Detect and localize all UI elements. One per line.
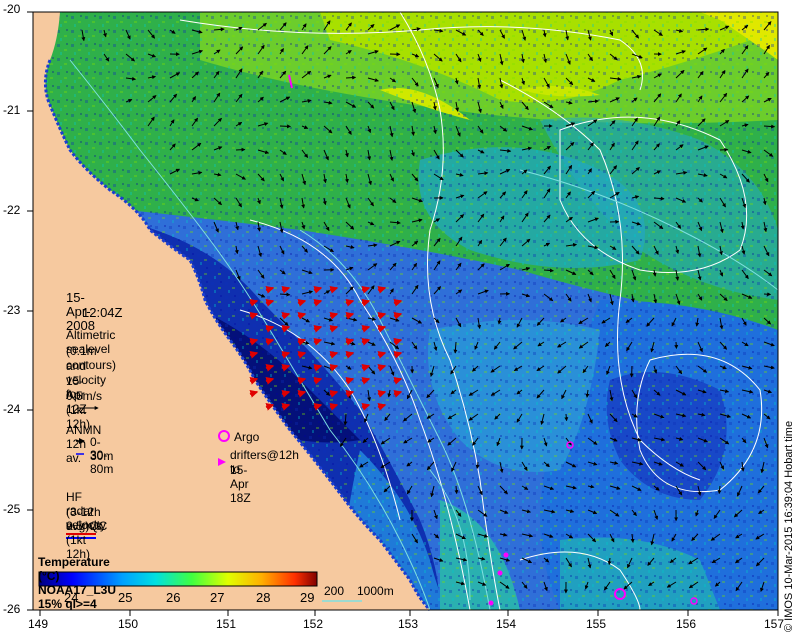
velocity-arrow xyxy=(345,75,357,80)
velocity-arrow xyxy=(279,124,292,129)
lon-tick: 151 xyxy=(216,617,237,631)
lat-tick: -20 xyxy=(3,2,21,16)
lon-tick: 156 xyxy=(676,617,697,631)
velocity-arrow xyxy=(763,292,772,297)
lat-tick: -22 xyxy=(3,203,21,217)
lat-tick: -23 xyxy=(3,303,21,317)
sst-map xyxy=(27,11,779,616)
lon-tick: 150 xyxy=(118,617,139,631)
colorbar-tick: 29 xyxy=(300,590,315,605)
velocity-arrow xyxy=(564,413,569,422)
lon-tick: 149 xyxy=(28,617,49,631)
lon-tick: 157 xyxy=(764,617,785,631)
lat-tick: -26 xyxy=(3,602,21,616)
lat-tick: -24 xyxy=(3,402,21,416)
colorbar-tick: 28 xyxy=(256,590,271,605)
lon-tick: 152 xyxy=(303,617,324,631)
colorbar-tick: 24 xyxy=(64,590,79,605)
velocity-arrow xyxy=(235,147,246,152)
velocity-arrow xyxy=(454,485,459,495)
colorbar-tick: 25 xyxy=(118,590,133,605)
lat-tick: -25 xyxy=(3,502,21,516)
anmn-item: 30-80m xyxy=(90,448,114,476)
lon-tick: 155 xyxy=(586,617,607,631)
argo-label: Argo xyxy=(234,430,260,444)
lon-tick: 153 xyxy=(398,617,419,631)
lon-tick: 154 xyxy=(496,617,517,631)
velocity-arrow xyxy=(763,124,776,129)
map-time: 12:04Z xyxy=(82,305,123,320)
depth-legend-deep: 1000m xyxy=(357,584,394,598)
velocity-arrow xyxy=(674,341,679,350)
lat-tick: -21 xyxy=(3,103,21,117)
colorbar-tick: 27 xyxy=(210,590,225,605)
credit-text: © IMOS 10-Mar-2015 16:39:04 Hobart time xyxy=(783,420,795,632)
drifter-text-line: 15-Apr 18Z xyxy=(230,463,251,505)
colorbar-tick: 26 xyxy=(166,590,181,605)
depth-legend-shallow: 200 xyxy=(324,584,345,598)
